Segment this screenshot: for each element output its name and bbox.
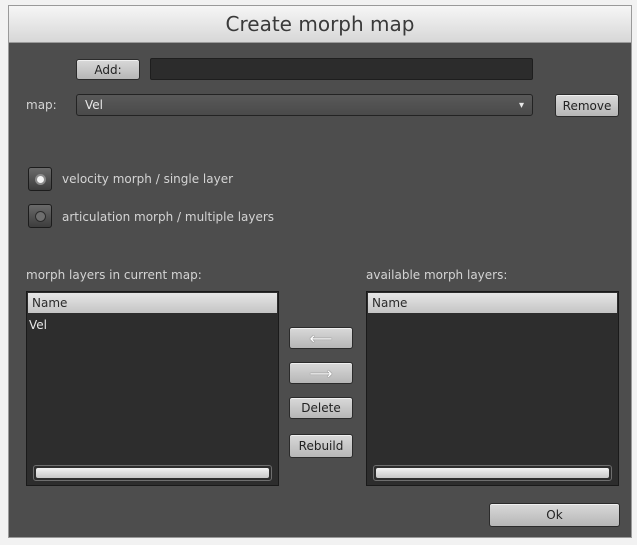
map-selected-value: Vel bbox=[85, 98, 103, 112]
add-button[interactable]: Add: bbox=[76, 59, 140, 80]
available-layers-scrollbar[interactable] bbox=[373, 465, 612, 481]
current-layers-scrollbar[interactable] bbox=[33, 465, 272, 481]
arrow-left-icon: ⟵ bbox=[309, 328, 333, 348]
ok-button[interactable]: Ok bbox=[489, 503, 620, 527]
scrollbar-thumb[interactable] bbox=[376, 468, 609, 478]
current-layers-list[interactable]: Name Vel bbox=[26, 291, 279, 486]
articulation-morph-radio[interactable] bbox=[28, 204, 52, 228]
scrollbar-thumb[interactable] bbox=[36, 468, 269, 478]
delete-button[interactable]: Delete bbox=[289, 397, 353, 419]
move-left-button[interactable]: ⟵ bbox=[289, 327, 353, 349]
current-layers-title: morph layers in current map: bbox=[26, 268, 202, 282]
velocity-morph-radio[interactable] bbox=[28, 167, 52, 191]
map-name-input[interactable] bbox=[150, 58, 533, 80]
list-item[interactable]: Vel bbox=[29, 318, 47, 332]
available-layers-title: available morph layers: bbox=[366, 268, 508, 282]
title-bar[interactable]: Create morph map bbox=[9, 6, 631, 43]
available-layers-name-header[interactable]: Name bbox=[368, 293, 617, 313]
radio-unselected-dot bbox=[34, 210, 46, 222]
dialog-title: Create morph map bbox=[225, 12, 415, 36]
rebuild-button[interactable]: Rebuild bbox=[289, 434, 353, 458]
arrow-right-icon: ⟶ bbox=[309, 363, 333, 383]
map-label: map: bbox=[26, 98, 57, 112]
available-layers-list[interactable]: Name bbox=[366, 291, 619, 486]
remove-button[interactable]: Remove bbox=[555, 94, 619, 117]
articulation-morph-label: articulation morph / multiple layers bbox=[62, 210, 275, 224]
map-select[interactable]: Vel ▾ bbox=[76, 94, 533, 116]
move-right-button[interactable]: ⟶ bbox=[289, 362, 353, 384]
current-layers-name-header[interactable]: Name bbox=[28, 293, 277, 313]
radio-selected-dot bbox=[34, 173, 46, 185]
create-morph-map-dialog: Create morph map Add: map: Vel ▾ Remove … bbox=[8, 5, 632, 538]
velocity-morph-label: velocity morph / single layer bbox=[62, 172, 234, 186]
chevron-down-icon: ▾ bbox=[518, 100, 524, 111]
